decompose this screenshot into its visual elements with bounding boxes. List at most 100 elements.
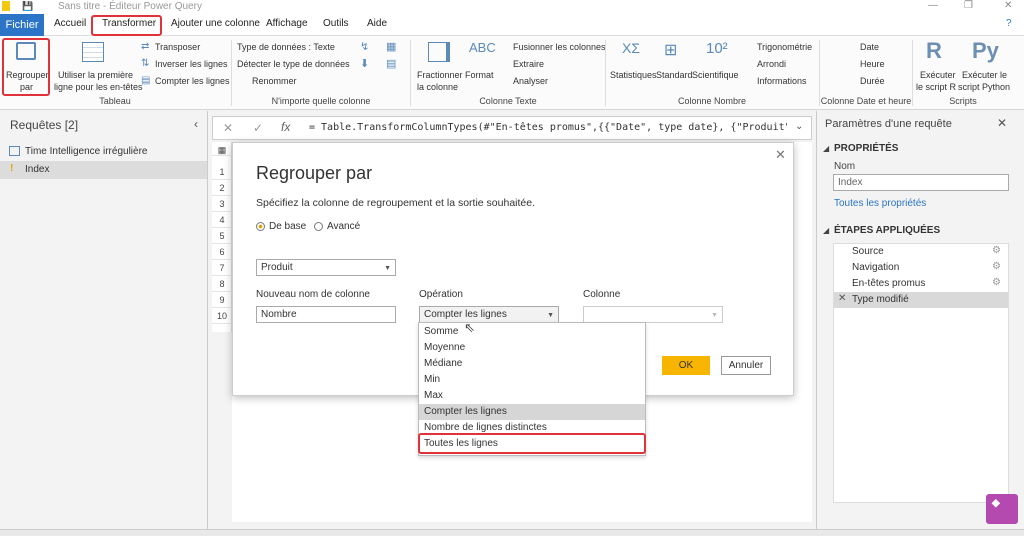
- delete-step-icon[interactable]: ✕: [838, 293, 846, 304]
- data-grid: ▦ 1 2 3 4 5 6 7 8 9 10: [212, 142, 232, 332]
- split-column-button[interactable]: Fractionner la colonne: [414, 40, 464, 92]
- properties-heading: PROPRIÉTÉS: [834, 143, 899, 154]
- operation-option[interactable]: Somme: [419, 324, 645, 340]
- grid-corner[interactable]: ▦: [212, 142, 232, 156]
- row-number[interactable]: 2: [212, 180, 232, 196]
- run-r-label: Exécuter: [920, 70, 956, 80]
- move-icon[interactable]: ▤: [386, 57, 396, 70]
- fill-icon[interactable]: ⬇: [360, 57, 369, 70]
- duration-button[interactable]: Durée: [860, 76, 885, 86]
- gear-icon[interactable]: ⚙: [992, 245, 1001, 256]
- cancel-button[interactable]: Annuler: [721, 356, 771, 375]
- split-label: Fractionner: [417, 70, 463, 80]
- close-window-button[interactable]: ✕: [1004, 0, 1012, 11]
- row-number[interactable]: 9: [212, 292, 232, 308]
- step-item[interactable]: En-têtes promus ⚙: [834, 276, 1008, 292]
- all-properties-link[interactable]: Toutes les propriétés: [834, 198, 926, 209]
- step-item[interactable]: Source ⚙: [834, 244, 1008, 260]
- run-r-script-button[interactable]: R Exécuter le script R: [914, 38, 958, 94]
- operation-option-selected[interactable]: Compter les lignes: [419, 404, 645, 420]
- row-number[interactable]: 1: [212, 164, 232, 180]
- run-python-script-button[interactable]: Py Exécuter le script Python: [958, 38, 1020, 94]
- save-icon[interactable]: 💾: [22, 1, 33, 12]
- operation-option[interactable]: Max: [419, 388, 645, 404]
- operation-option[interactable]: Min: [419, 372, 645, 388]
- operation-option[interactable]: Moyenne: [419, 340, 645, 356]
- trigonometry-button[interactable]: Trigonométrie: [757, 42, 812, 52]
- extract-button[interactable]: Extraire: [513, 59, 544, 69]
- row-number[interactable]: 5: [212, 228, 232, 244]
- expand-formula-icon[interactable]: ⌄: [795, 121, 803, 132]
- tab-fichier[interactable]: Fichier: [0, 14, 44, 36]
- operation-label: Opération: [419, 289, 463, 300]
- row-number[interactable]: 4: [212, 212, 232, 228]
- query-item-label: Time Intelligence irrégulière: [25, 146, 148, 157]
- row-number[interactable]: 7: [212, 260, 232, 276]
- settings-header: Paramètres d'une requête: [825, 118, 952, 130]
- standard-button[interactable]: ⊞ Standard: [656, 40, 693, 92]
- use-first-row-button[interactable]: Utiliser la première ligne pour les en-t…: [54, 40, 143, 92]
- group-label-scripts: Scripts: [949, 96, 977, 106]
- replace-values-icon[interactable]: ↯: [360, 40, 369, 53]
- radio-advanced[interactable]: Avancé: [314, 221, 384, 233]
- parse-button[interactable]: Analyser: [513, 76, 548, 86]
- time-button[interactable]: Heure: [860, 59, 885, 69]
- statistics-button[interactable]: XΣ Statistiques: [610, 40, 657, 92]
- group-column-select[interactable]: Produit ▼: [256, 259, 396, 276]
- merge-columns-button[interactable]: Fusionner les colonnes: [513, 42, 606, 52]
- tab-affichage[interactable]: Affichage: [266, 18, 308, 29]
- commit-icon[interactable]: ✓: [253, 121, 263, 135]
- unpivot-icon[interactable]: ▦: [386, 40, 396, 53]
- transpose-button[interactable]: Transposer: [155, 42, 200, 52]
- query-item-selected[interactable]: ! Index: [0, 161, 207, 179]
- rounding-button[interactable]: Arrondi: [757, 59, 786, 69]
- mypo-logo: ⯁: [986, 494, 1018, 524]
- step-item-selected[interactable]: ✕ Type modifié: [834, 292, 1008, 308]
- detect-type-button[interactable]: Détecter le type de données: [237, 59, 350, 69]
- format-button[interactable]: ABC Format: [464, 40, 496, 92]
- chevron-down-icon: ▼: [711, 312, 718, 319]
- collapse-chevron-icon[interactable]: ‹: [194, 117, 198, 131]
- row-number[interactable]: 8: [212, 276, 232, 292]
- tab-aide[interactable]: Aide: [367, 18, 387, 29]
- minimize-button[interactable]: —: [928, 0, 938, 11]
- tab-ajouter-colonne[interactable]: Ajouter une colonne: [171, 18, 260, 29]
- row-number[interactable]: 3: [212, 196, 232, 212]
- warning-icon: !: [10, 163, 14, 174]
- count-rows-button[interactable]: Compter les lignes: [155, 76, 230, 86]
- operation-value: Compter les lignes: [424, 309, 507, 320]
- query-item[interactable]: Time Intelligence irrégulière: [0, 143, 207, 161]
- rename-button[interactable]: Renommer: [252, 76, 297, 86]
- column-select[interactable]: ▼: [583, 306, 723, 323]
- python-icon: Py: [972, 38, 999, 63]
- help-icon[interactable]: ?: [1006, 18, 1012, 29]
- operation-select[interactable]: Compter les lignes ▼: [419, 306, 559, 323]
- formula-input[interactable]: = Table.TransformColumnTypes(#"En-têtes …: [309, 122, 787, 133]
- data-type-dropdown[interactable]: Type de données : Texte: [237, 42, 335, 52]
- row-number[interactable]: 6: [212, 244, 232, 260]
- operation-option[interactable]: Médiane: [419, 356, 645, 372]
- scientific-button[interactable]: 10² Scientifique: [692, 40, 739, 92]
- cancel-icon[interactable]: ✕: [223, 121, 233, 135]
- step-item[interactable]: Navigation ⚙: [834, 260, 1008, 276]
- gear-icon[interactable]: ⚙: [992, 261, 1001, 272]
- collapse-triangle-icon[interactable]: ◢: [823, 144, 829, 153]
- tab-outils[interactable]: Outils: [323, 18, 349, 29]
- dialog-close-icon[interactable]: ✕: [775, 147, 786, 163]
- name-input[interactable]: Index: [833, 174, 1009, 191]
- close-pane-icon[interactable]: ✕: [997, 116, 1007, 130]
- menu-bar: Fichier Accueil Transformer Ajouter une …: [0, 14, 1024, 36]
- collapse-triangle-icon[interactable]: ◢: [823, 226, 829, 235]
- new-column-label: Nouveau nom de colonne: [256, 289, 370, 300]
- information-button[interactable]: Informations: [757, 76, 807, 86]
- gear-icon[interactable]: ⚙: [992, 277, 1001, 288]
- tab-accueil[interactable]: Accueil: [54, 18, 86, 29]
- date-button[interactable]: Date: [860, 42, 879, 52]
- row-number[interactable]: 10: [212, 308, 232, 324]
- ok-button[interactable]: OK: [662, 356, 710, 375]
- group-label-text-column: Colonne Texte: [479, 96, 537, 106]
- fx-icon[interactable]: fx: [281, 120, 290, 134]
- restore-button[interactable]: ❐: [964, 0, 973, 11]
- reverse-rows-button[interactable]: Inverser les lignes: [155, 59, 228, 69]
- new-column-input[interactable]: Nombre: [256, 306, 396, 323]
